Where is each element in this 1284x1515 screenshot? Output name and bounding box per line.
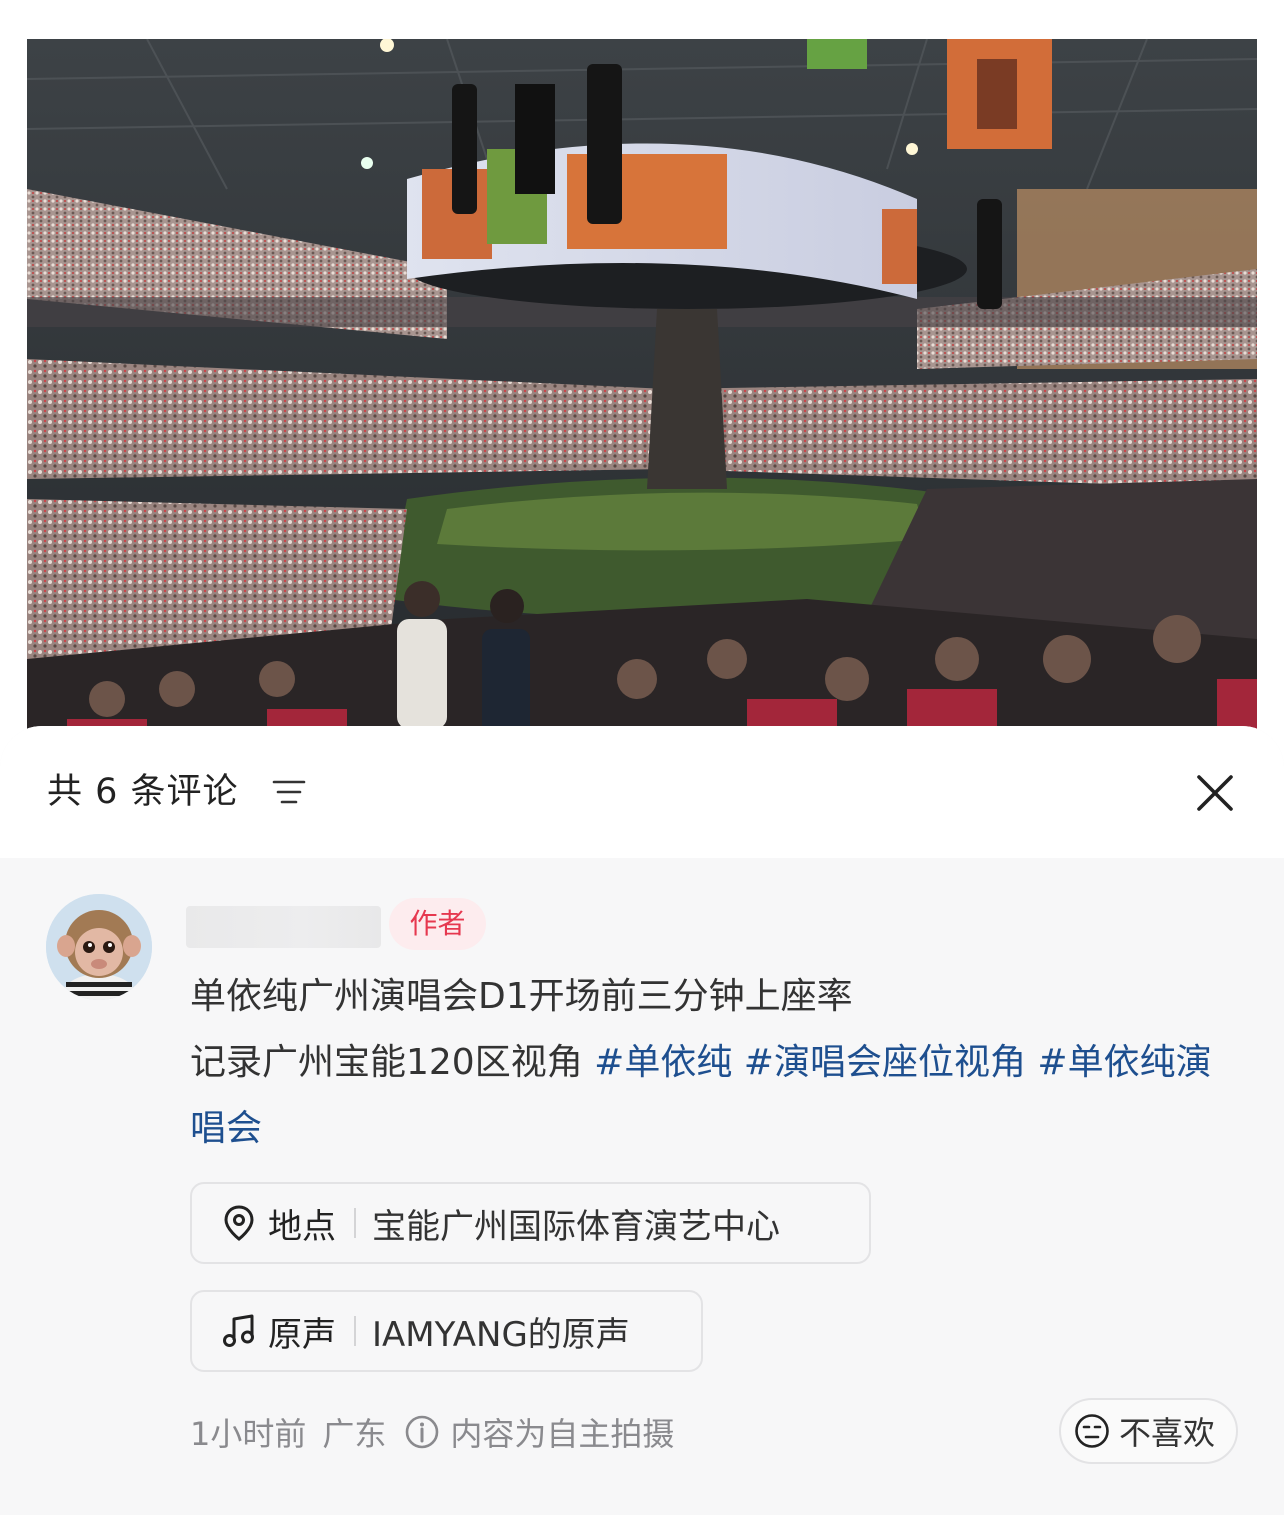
comments-panel: 共 6 条评论 作者 单依纯广州演唱会D1开场前三分钟上座率 记录广州宝能120… (0, 726, 1284, 1515)
avatar[interactable] (46, 894, 152, 1000)
screen: 共 6 条评论 作者 单依纯广州演唱会D1开场前三分钟上座率 记录广州宝能120… (0, 0, 1284, 1515)
monkey-avatar-icon (46, 894, 152, 1000)
comment-count-title: 共 6 条评论 (47, 772, 239, 812)
hashtag-link[interactable]: #单依纯 (594, 1042, 732, 1083)
sound-chip[interactable]: 原声 IAMYANG的原声 (190, 1290, 703, 1372)
author-badge: 作者 (389, 898, 486, 950)
music-note-icon (223, 1314, 254, 1347)
arena-image (27, 39, 1257, 739)
sound-value: IAMYANG的原声 (372, 1314, 630, 1355)
comment-line-2: 记录广州宝能120区视角 (190, 1042, 595, 1083)
dislike-label: 不喜欢 (1119, 1414, 1216, 1452)
content-notice: 内容为自主拍摄 (450, 1415, 675, 1453)
post-region: 广东 (322, 1415, 387, 1453)
concert-photo[interactable] (27, 39, 1257, 739)
post-time: 1小时前 (190, 1415, 307, 1453)
dislike-face-icon (1075, 1414, 1109, 1448)
location-pin-icon (224, 1205, 254, 1241)
sort-icon[interactable] (272, 778, 306, 806)
close-icon[interactable] (1190, 768, 1240, 818)
chip-divider (354, 1208, 356, 1238)
comments-header: 共 6 条评论 (0, 726, 1284, 858)
comment-line-1: 单依纯广州演唱会D1开场前三分钟上座率 (190, 976, 853, 1017)
comment-meta: 1小时前 广东 内容为自主拍摄 (190, 1410, 674, 1454)
username-redacted (186, 906, 381, 948)
hashtag-link[interactable]: #演唱会座位视角 (744, 1042, 1026, 1083)
chip-divider (354, 1316, 356, 1346)
dislike-button[interactable]: 不喜欢 (1059, 1398, 1238, 1464)
info-icon[interactable] (404, 1414, 440, 1450)
comment-body: 单依纯广州演唱会D1开场前三分钟上座率 记录广州宝能120区视角 #单依纯 #演… (190, 964, 1240, 1162)
location-chip[interactable]: 地点 宝能广州国际体育演艺中心 (190, 1182, 871, 1264)
location-label: 地点 (268, 1206, 336, 1247)
sound-label: 原声 (268, 1314, 336, 1355)
location-value: 宝能广州国际体育演艺中心 (372, 1206, 780, 1247)
